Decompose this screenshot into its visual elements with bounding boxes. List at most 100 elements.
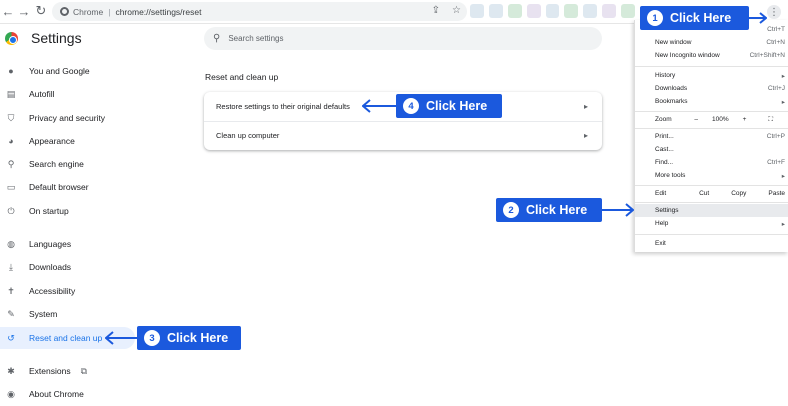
menu-item-label: More tools [655,172,686,179]
menu-item-shortcut: Ctrl+Shift+N [749,52,785,59]
omnibox-separator: | [108,6,111,17]
external-link-icon: ⧉ [80,365,88,376]
menu-item-find[interactable]: Find... Ctrl+F [635,156,788,169]
menu-item-label: New Incognito window [655,52,720,59]
menu-item-settings[interactable]: Settings [635,204,788,217]
back-arrow-icon[interactable]: ← [0,3,16,19]
menu-item-exit[interactable]: Exit [635,237,788,250]
sidebar-item-you-and-google[interactable]: ● You and Google [0,60,135,82]
sidebar-item-label: You and Google [29,66,90,76]
sidebar-item-label: System [29,309,58,319]
extension-icon[interactable] [470,4,484,18]
extension-icon[interactable] [564,4,579,18]
menu-item-label: Help [655,220,669,227]
sidebar-item-label: On startup [29,206,69,216]
bookmark-star-icon[interactable]: ☆ [452,5,461,16]
sidebar-item-extensions[interactable]: ✱ Extensions ⧉ [0,360,135,382]
download-icon: ⤓ [9,261,13,272]
menu-separator [635,66,788,67]
chrome-menu: Ctrl+T New window Ctrl+N New Incognito wi… [634,20,788,252]
sidebar-item-label: Downloads [29,262,72,272]
chrome-icon [60,7,69,16]
callout-arrow-icon [362,99,396,113]
callout-3: 3 Click Here [137,326,241,350]
sidebar-item-label: Accessibility [29,286,76,296]
extension-icon[interactable] [507,4,522,18]
shield-icon: ⛉ [7,112,15,123]
site-name: Chrome [73,6,104,17]
url-text: chrome://settings/reset [115,6,202,17]
puzzle-icon: ✱ [7,365,15,376]
history-icon: ↺ [7,332,15,343]
menu-item-downloads[interactable]: Downloads Ctrl+J [635,82,788,95]
sidebar-item-autofill[interactable]: ▤ Autofill [0,83,135,105]
menu-item-shortcut: Ctrl+J [767,85,785,92]
address-bar[interactable]: Chrome | chrome://settings/reset ⇪ ☆ [52,2,467,21]
share-icon[interactable]: ⇪ [432,5,440,16]
menu-item-more-tools[interactable]: More tools ▸ [635,169,788,182]
sidebar-item-label: About Chrome [29,389,84,399]
extension-icon[interactable] [526,4,541,18]
menu-item-incognito[interactable]: New Incognito window Ctrl+Shift+N [635,49,788,62]
person-icon: ● [8,66,14,76]
zoom-value: 100% [712,116,729,123]
extension-icon[interactable] [545,4,560,18]
palette-icon: ◕ [8,136,14,146]
menu-item-shortcut: Ctrl+N [766,39,785,46]
menu-item-bookmarks[interactable]: Bookmarks ▸ [635,95,788,108]
reload-icon[interactable]: ↻ [33,3,49,19]
search-input[interactable]: ⚲ Search settings [204,27,602,50]
search-icon: ⚲ [7,158,15,169]
callout-1: 1 Click Here [640,6,749,30]
callout-text: Click Here [426,99,488,113]
sidebar-item-appearance[interactable]: ◕ Appearance [0,130,135,152]
extension-icon[interactable] [602,4,617,18]
power-icon: ⏻ [7,205,15,216]
section-title: Reset and clean up [205,72,279,82]
menu-item-cast[interactable]: Cast... [635,143,788,156]
menu-item-shortcut: Ctrl+T [767,26,785,33]
zoom-in-button[interactable]: + [743,116,747,123]
kebab-menu-icon[interactable]: ⋮ [767,5,781,19]
forward-arrow-icon[interactable]: → [16,3,32,19]
menu-item-shortcut: ▸ [781,98,785,106]
menu-item-shortcut: Ctrl+F [767,159,785,166]
sidebar-item-search-engine[interactable]: ⚲ Search engine [0,153,135,175]
clean-up-computer-row[interactable]: Clean up computer ▸ [204,121,602,150]
menu-item-label: Exit [655,240,666,247]
wrench-icon: ✎ [7,308,15,319]
menu-separator [635,128,788,129]
menu-item-label: Find... [655,159,674,166]
sidebar-item-label: Reset and clean up [29,333,103,343]
sidebar-item-label: Default browser [29,182,89,192]
callout-2: 2 Click Here [496,198,602,222]
sidebar-item-label: Appearance [29,136,75,146]
chevron-right-icon: ▸ [583,102,588,111]
menu-item-help[interactable]: Help ▸ [635,217,788,230]
sidebar-item-system[interactable]: ✎ System [0,303,135,325]
fullscreen-icon[interactable]: ⛶ [768,116,773,124]
sidebar-item-on-startup[interactable]: ⏻ On startup [0,200,135,222]
sidebar-item-about[interactable]: ◉ About Chrome [0,383,135,405]
extension-icon[interactable] [621,4,636,18]
sidebar-item-accessibility[interactable]: ✝ Accessibility [0,280,135,302]
menu-item-print[interactable]: Print... Ctrl+P [635,130,788,143]
extension-icon[interactable] [583,4,598,18]
zoom-out-button[interactable]: – [694,116,698,123]
paste-button[interactable]: Paste [768,190,785,197]
menu-item-zoom: Zoom – 100% + ⛶ [635,113,788,126]
sidebar-item-privacy[interactable]: ⛉ Privacy and security [0,107,135,129]
sidebar-item-label: Autofill [29,89,55,99]
sidebar-item-default-browser[interactable]: ▭ Default browser [0,176,135,198]
sidebar-item-label: Languages [29,239,72,249]
sidebar-item-downloads[interactable]: ⤓ Downloads [0,256,135,278]
row-label: Restore settings to their original defau… [216,102,350,111]
sidebar-item-languages[interactable]: ◍ Languages [0,233,135,255]
menu-item-label: Bookmarks [655,98,688,105]
menu-item-history[interactable]: History ▸ [635,69,788,82]
menu-item-new-window[interactable]: New window Ctrl+N [635,36,788,49]
copy-button[interactable]: Copy [731,190,746,197]
cut-button[interactable]: Cut [699,190,709,197]
extension-icon[interactable] [488,4,503,18]
sidebar-item-label: Search engine [29,159,84,169]
